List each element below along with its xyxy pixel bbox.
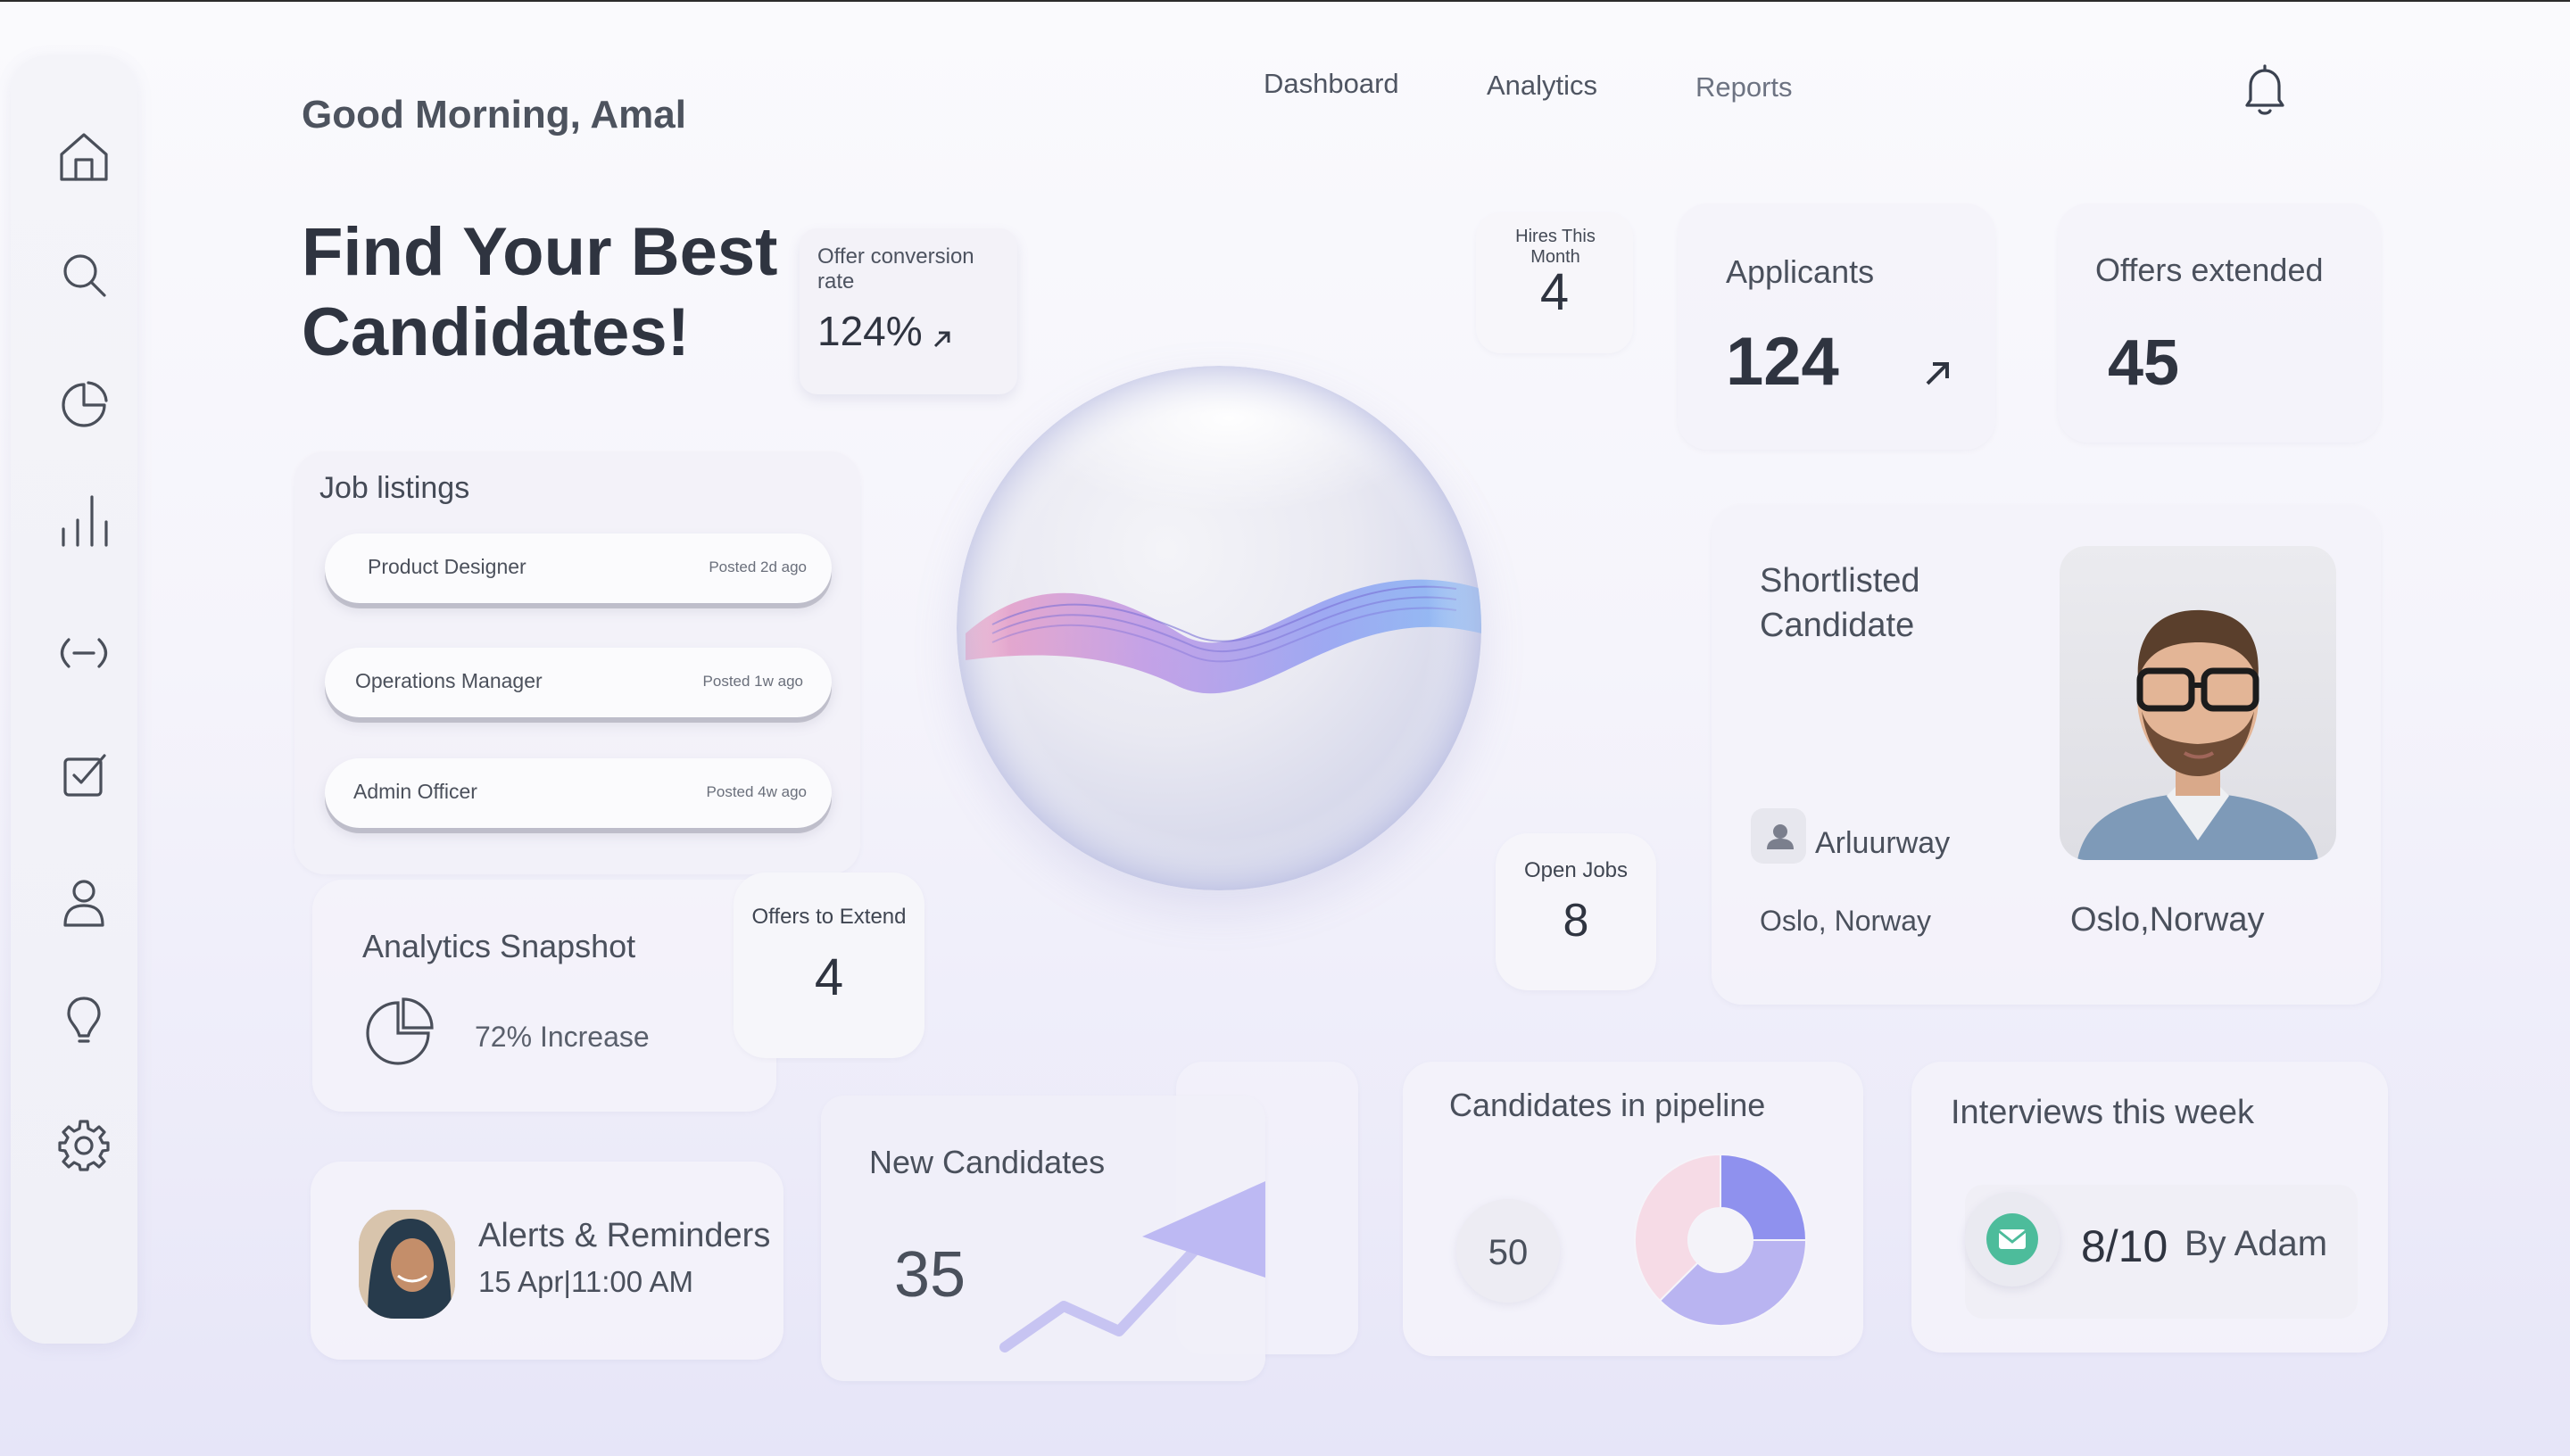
applicants-card[interactable]: Applicants 124	[1678, 203, 1995, 450]
greeting: Good Morning, Amal	[302, 93, 686, 136]
interviews-card[interactable]: Interviews this week 8/10 By Adam	[1911, 1062, 2388, 1353]
applicants-value: 124	[1726, 324, 1839, 400]
shortlisted-title-line1: Shortlisted	[1760, 562, 1920, 600]
open-jobs-value: 8	[1563, 895, 1589, 947]
alerts-datetime: 15 Apr|11:00 AM	[478, 1265, 693, 1298]
avatar	[359, 1210, 455, 1319]
candidate-avatar	[1751, 808, 1806, 864]
new-candidates-value: 35	[894, 1239, 966, 1311]
mail-icon	[1986, 1213, 2038, 1265]
job-posted: Posted 1w ago	[702, 673, 803, 690]
interviews-value: 8/10	[2081, 1221, 2168, 1271]
pipeline-donut-chart	[1634, 1153, 1808, 1327]
candidates-pipeline-card[interactable]: Candidates in pipeline 50	[1403, 1062, 1863, 1356]
offers-to-extend-value: 4	[814, 948, 844, 1006]
hires-this-month-card[interactable]: Hires This Month 4	[1476, 212, 1633, 353]
home-icon[interactable]	[52, 125, 116, 189]
interviews-title: Interviews this week	[1951, 1094, 2255, 1131]
arrow-up-right-icon	[933, 331, 950, 348]
candidate-photo	[2060, 546, 2336, 860]
arrow-up-right-icon	[1926, 362, 1949, 385]
pie-chart-icon	[366, 997, 434, 1065]
window-top-border	[0, 0, 2570, 2]
pie-chart-icon[interactable]	[52, 373, 116, 437]
job-title: Product Designer	[368, 555, 526, 578]
mail-badge	[1965, 1192, 2060, 1286]
offers-to-extend-card[interactable]: Offers to Extend 4	[734, 873, 924, 1058]
offer-conversion-label: Offer conversion rate	[817, 244, 974, 294]
bell-icon[interactable]	[2234, 61, 2295, 121]
shortlisted-title-line2: Candidate	[1760, 607, 1915, 644]
analytics-snapshot-title: Analytics Snapshot	[362, 928, 636, 964]
user-icon[interactable]	[52, 869, 116, 933]
headline-line1: Find Your Best	[302, 214, 778, 290]
alerts-title: Alerts & Reminders	[478, 1217, 771, 1254]
job-posted: Posted 2d ago	[709, 558, 807, 575]
offers-extended-card[interactable]: Offers extended 45	[2058, 203, 2381, 443]
link-icon[interactable]	[52, 621, 116, 685]
pipeline-count-badge: 50	[1456, 1199, 1560, 1303]
offers-extended-value: 45	[2108, 327, 2180, 399]
job-posted: Posted 4w ago	[706, 783, 807, 800]
trend-up-icon	[999, 1181, 1265, 1353]
hires-value: 4	[1539, 263, 1570, 321]
nav-analytics[interactable]: Analytics	[1487, 70, 1597, 102]
new-candidates-title: New Candidates	[869, 1144, 1106, 1180]
bar-chart-icon[interactable]	[52, 489, 116, 553]
job-title: Admin Officer	[353, 780, 477, 803]
interviews-by: By Adam	[2184, 1224, 2328, 1263]
job-listing-item[interactable]: Operations Manager Posted 1w ago	[325, 648, 832, 717]
nav-dashboard[interactable]: Dashboard	[1264, 68, 1399, 100]
shortlisted-title: Shortlisted Candidate	[1760, 558, 1920, 648]
open-jobs-card[interactable]: Open Jobs 8	[1496, 833, 1656, 990]
headline-line2: Candidates!	[302, 294, 690, 370]
candidate-location-secondary: Oslo,Norway	[2070, 901, 2265, 939]
new-candidates-card[interactable]: New Candidates 35	[821, 1096, 1265, 1381]
analytics-snapshot-card[interactable]: Analytics Snapshot 72% Increase	[312, 880, 776, 1112]
checkbox-icon[interactable]	[52, 744, 116, 808]
donut-hole	[1688, 1208, 1753, 1272]
job-title: Operations Manager	[355, 669, 543, 692]
nav-reports[interactable]: Reports	[1695, 71, 1793, 103]
candidate-name: Arluurway	[1815, 826, 1951, 860]
hero-sphere-graphic	[957, 366, 1481, 890]
page-headline: Find Your Best Candidates!	[302, 212, 801, 373]
candidate-location: Oslo, Norway	[1760, 905, 1932, 937]
offers-to-extend-label: Offers to Extend	[751, 905, 907, 929]
settings-icon[interactable]	[52, 1113, 116, 1178]
pipeline-title: Candidates in pipeline	[1449, 1087, 1766, 1123]
offers-extended-label: Offers extended	[2095, 252, 2324, 288]
sidebar	[11, 55, 137, 1344]
search-icon[interactable]	[52, 243, 116, 307]
applicants-label: Applicants	[1726, 253, 1875, 290]
alerts-reminders-card[interactable]: Alerts & Reminders 15 Apr|11:00 AM	[311, 1162, 783, 1360]
analytics-increase: 72% Increase	[475, 1021, 650, 1053]
offer-conversion-value: 124%	[817, 308, 923, 354]
open-jobs-label: Open Jobs	[1523, 858, 1629, 882]
job-listings-title: Job listings	[319, 471, 470, 505]
job-listing-item[interactable]: Product Designer Posted 2d ago	[325, 534, 832, 603]
job-listing-item[interactable]: Admin Officer Posted 4w ago	[325, 758, 832, 828]
lightbulb-icon[interactable]	[52, 989, 116, 1053]
pipeline-count: 50	[1488, 1233, 1529, 1272]
